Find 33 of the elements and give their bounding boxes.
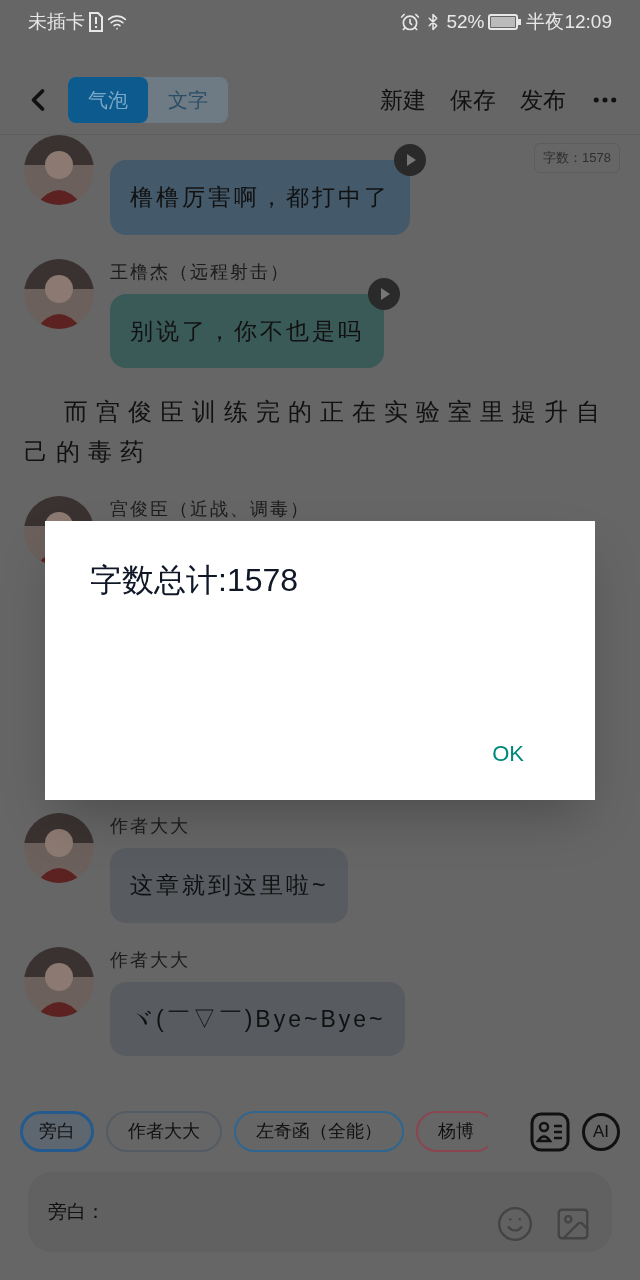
ok-button[interactable]: OK [484, 737, 532, 770]
play-icon[interactable] [368, 277, 400, 310]
alarm-icon [400, 12, 421, 32]
character-name: 宫俊臣（近战、调毒） [110, 498, 310, 521]
sim-icon [89, 12, 103, 32]
character-chip[interactable]: 杨博 [416, 1111, 488, 1152]
character-name: 作者大大 [110, 948, 190, 972]
clock-time: 半夜12:09 [526, 9, 612, 34]
play-icon[interactable] [394, 144, 426, 176]
character-chip[interactable]: 作者大大 [106, 1111, 222, 1152]
battery-icon [488, 13, 523, 31]
ai-button[interactable]: AI [582, 1112, 620, 1151]
header-action[interactable]: 新建 [380, 82, 426, 118]
word-count-badge: 字数：1578 [534, 143, 620, 173]
input-label: 旁白： [48, 1199, 105, 1224]
character-name: 王橹杰（远程射击） [110, 260, 290, 284]
header-action[interactable]: 保存 [450, 82, 496, 118]
chat-bubble[interactable]: 这章就到这里啦~ [110, 848, 349, 923]
mode-tab[interactable]: 气泡 [68, 77, 148, 123]
wifi-icon [107, 12, 127, 32]
chat-bubble[interactable]: 别说了，你不也是吗 [110, 293, 384, 368]
header-action[interactable]: 发布 [520, 82, 566, 118]
chat-bubble[interactable]: 橹橹厉害啊，都打中了 [110, 160, 410, 235]
mode-tab[interactable]: 文字 [148, 77, 228, 123]
character-chip[interactable]: 左奇函（全能） [234, 1111, 404, 1152]
carrier-text: 未插卡 [28, 9, 85, 34]
dialog-message: 字数总计:1578 [90, 561, 300, 600]
battery-percent: 52% [446, 9, 485, 34]
character-chip[interactable]: 旁白 [20, 1111, 94, 1152]
contact-card-icon[interactable] [530, 1111, 570, 1152]
narration-text: 而宫俊臣训练完的正在实验室里提升自己的毒药 [23, 397, 609, 467]
character-name: 作者大大 [110, 815, 190, 838]
chat-bubble[interactable]: ヾ(￣▽￣)Bye~Bye~ [110, 981, 406, 1056]
